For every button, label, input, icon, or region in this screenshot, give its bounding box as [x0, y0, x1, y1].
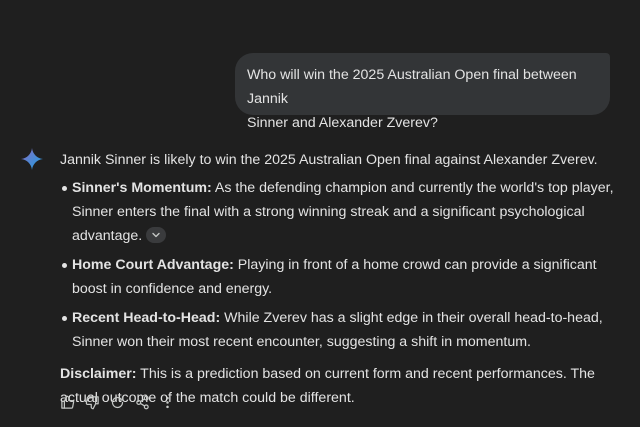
bullet-item-head-to-head: Recent Head-to-Head: While Zverev has a …: [60, 306, 620, 354]
regenerate-button[interactable]: [108, 393, 126, 411]
source-chip-button[interactable]: [146, 227, 167, 244]
bullet-item-momentum: Sinner's Momentum: As the defending cham…: [60, 176, 620, 248]
disclaimer-label: Disclaimer:: [60, 366, 137, 382]
response-action-bar: [58, 393, 183, 411]
bullet-title: Home Court Advantage:: [72, 257, 234, 273]
response-intro: Jannik Sinner is likely to win the 2025 …: [60, 152, 598, 168]
bullet-title: Recent Head-to-Head:: [72, 310, 221, 326]
share-button[interactable]: [133, 393, 151, 411]
gemini-spark-icon: [21, 148, 43, 170]
thumbs-up-button[interactable]: [58, 393, 76, 411]
more-vert-icon: [165, 396, 169, 408]
more-options-button[interactable]: [158, 393, 176, 411]
user-message-line-2: Sinner and Alexander Zverev?: [247, 115, 438, 131]
share-icon: [135, 395, 149, 409]
thumbs-down-button[interactable]: [83, 393, 101, 411]
bullet-item-home-court: Home Court Advantage: Playing in front o…: [60, 253, 620, 301]
bullet-title: Sinner's Momentum:: [72, 180, 212, 196]
thumbs-up-icon: [60, 395, 74, 409]
regenerate-icon: [111, 395, 123, 408]
assistant-response: Jannik Sinner is likely to win the 2025 …: [60, 148, 620, 410]
chevron-down-icon: [152, 233, 160, 238]
user-message-bubble: Who will win the 2025 Australian Open fi…: [235, 53, 610, 131]
thumbs-down-icon: [85, 395, 99, 409]
response-bullet-list: Sinner's Momentum: As the defending cham…: [60, 176, 620, 354]
user-message-line-1: Who will win the 2025 Australian Open fi…: [247, 67, 577, 107]
